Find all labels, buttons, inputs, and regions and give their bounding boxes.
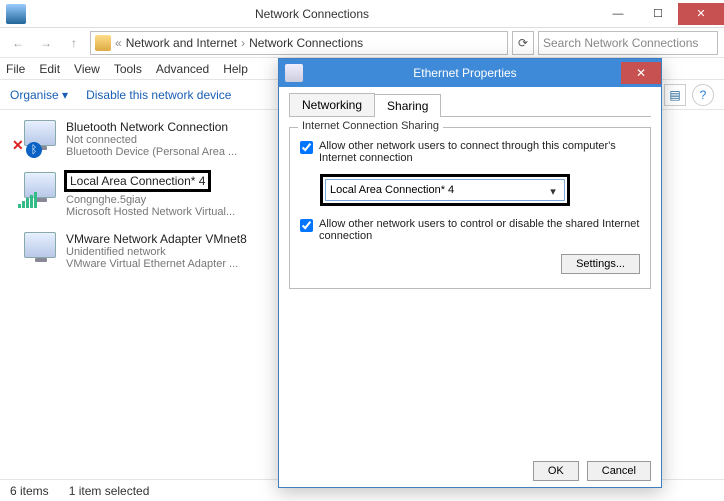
up-button[interactable]: ↑ (62, 31, 86, 55)
close-button[interactable]: ✕ (678, 3, 724, 25)
organise-button[interactable]: Organise ▾ (10, 88, 68, 102)
allow-control-label: Allow other network users to control or … (319, 218, 640, 242)
allow-connect-checkbox[interactable]: Allow other network users to connect thr… (300, 140, 640, 164)
dialog-close-button[interactable]: ✕ (621, 62, 661, 84)
menu-help[interactable]: Help (223, 62, 248, 76)
connection-device: Microsoft Hosted Network Virtual... (66, 206, 235, 218)
minimize-button[interactable]: — (598, 3, 638, 25)
connection-icon: ✕ ᛒ (12, 120, 56, 156)
forward-button[interactable]: → (34, 31, 58, 55)
connection-device: VMware Virtual Ethernet Adapter ... (66, 258, 247, 270)
ok-button[interactable]: OK (533, 461, 579, 481)
breadcrumb-sep-icon: › (241, 36, 245, 50)
group-legend: Internet Connection Sharing (298, 120, 443, 132)
connection-status: Unidentified network (66, 246, 247, 258)
connection-device: Bluetooth Device (Personal Area ... (66, 146, 237, 158)
connection-status: Not connected (66, 134, 237, 146)
item-count: 6 items (10, 484, 49, 498)
maximize-button[interactable]: ☐ (638, 3, 678, 25)
allow-control-input[interactable] (300, 219, 313, 232)
window-title: Network Connections (26, 7, 598, 21)
menu-tools[interactable]: Tools (114, 62, 142, 76)
dialog-tabs: Networking Sharing (289, 93, 651, 117)
nav-bar: ← → ↑ « Network and Internet › Network C… (0, 28, 724, 58)
menu-file[interactable]: File (6, 62, 25, 76)
help-button[interactable]: ? (692, 84, 714, 106)
tab-sharing[interactable]: Sharing (374, 94, 441, 117)
dialog-title: Ethernet Properties (309, 66, 621, 80)
connection-name: Local Area Connection* 4 (64, 170, 211, 192)
connection-icon (12, 232, 56, 268)
allow-connect-input[interactable] (300, 141, 313, 154)
connection-icon (12, 172, 56, 208)
breadcrumb-item[interactable]: Network Connections (249, 36, 363, 50)
cancel-button[interactable]: Cancel (587, 461, 651, 481)
connection-name: VMware Network Adapter VMnet8 (66, 232, 247, 246)
properties-dialog: Ethernet Properties ✕ Networking Sharing… (278, 58, 662, 488)
ics-group: Internet Connection Sharing Allow other … (289, 127, 651, 289)
refresh-button[interactable]: ⟳ (512, 31, 534, 55)
disconnected-icon: ✕ (12, 137, 24, 154)
dialog-icon (285, 64, 303, 82)
app-icon (6, 4, 26, 24)
dialog-titlebar: Ethernet Properties ✕ (279, 59, 661, 87)
home-connection-dropdown[interactable]: Local Area Connection* 4 ▾ (325, 179, 565, 201)
search-input[interactable]: Search Network Connections (538, 31, 718, 55)
signal-icon (18, 192, 37, 208)
breadcrumb-item[interactable]: Network and Internet (126, 36, 237, 50)
back-button[interactable]: ← (6, 31, 30, 55)
allow-connect-label: Allow other network users to connect thr… (319, 140, 640, 164)
chevron-down-icon: ▾ (545, 183, 561, 199)
search-placeholder: Search Network Connections (543, 36, 698, 50)
connection-status: Congnghe.5giay (66, 194, 235, 206)
menu-edit[interactable]: Edit (39, 62, 60, 76)
menu-advanced[interactable]: Advanced (156, 62, 209, 76)
details-pane-button[interactable]: ▤ (664, 84, 686, 106)
dropdown-value: Local Area Connection* 4 (330, 184, 454, 196)
breadcrumb-prefix: « (115, 36, 122, 50)
tab-networking[interactable]: Networking (289, 93, 375, 116)
bluetooth-icon: ᛒ (26, 142, 42, 158)
window-titlebar: Network Connections — ☐ ✕ (0, 0, 724, 28)
connection-name: Bluetooth Network Connection (66, 120, 237, 134)
allow-control-checkbox[interactable]: Allow other network users to control or … (300, 218, 640, 242)
disable-device-button[interactable]: Disable this network device (86, 88, 231, 102)
settings-button[interactable]: Settings... (561, 254, 640, 274)
address-bar[interactable]: « Network and Internet › Network Connect… (90, 31, 508, 55)
menu-view[interactable]: View (74, 62, 100, 76)
selection-count: 1 item selected (69, 484, 150, 498)
location-icon (95, 35, 111, 51)
